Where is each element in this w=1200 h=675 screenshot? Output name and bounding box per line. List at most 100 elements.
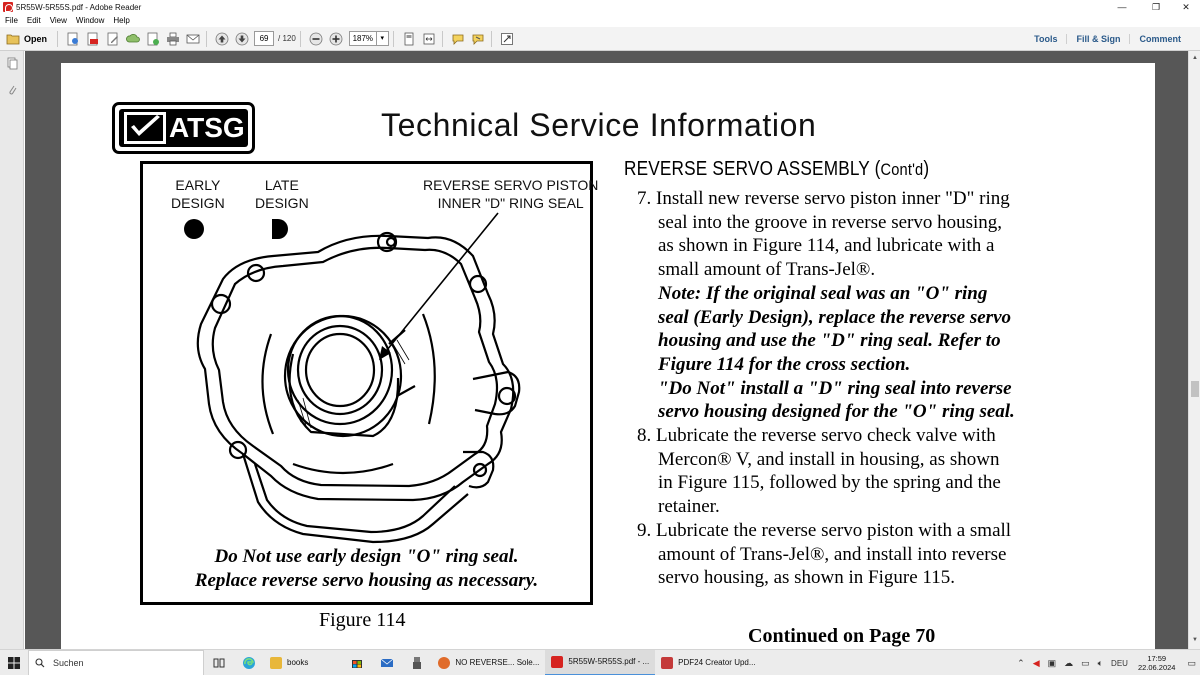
instruction-text-line: servo housing, as shown in Figure 115.: [658, 567, 955, 589]
menu-bar: File Edit View Window Help: [0, 14, 1200, 27]
upload-button[interactable]: [124, 30, 142, 48]
edit-pdf-button[interactable]: [104, 30, 122, 48]
checkmark-icon: [124, 112, 166, 144]
mail-button[interactable]: [372, 650, 402, 675]
onedrive-icon[interactable]: ☁: [1064, 658, 1073, 669]
minimize-button[interactable]: —: [1108, 0, 1136, 14]
highlight-tool-button[interactable]: [469, 30, 487, 48]
zoom-in-button[interactable]: [327, 30, 345, 48]
volume-icon[interactable]: 🔈︎: [1098, 658, 1103, 669]
comment-link[interactable]: Comment: [1129, 34, 1190, 44]
adobe-reader-window: 5R55W-5R55S.pdf - Adobe Reader — ❐ ✕ Fil…: [0, 0, 1200, 675]
clock-date: 22.06.2024: [1137, 663, 1176, 672]
network-icon[interactable]: ▣: [1048, 658, 1057, 669]
close-button[interactable]: ✕: [1172, 0, 1200, 14]
figure-caption-line-2: Replace reverse servo housing as necessa…: [194, 570, 539, 591]
display-icon[interactable]: ▭: [1081, 658, 1090, 669]
notifications-icon[interactable]: ▭: [1187, 658, 1196, 669]
print-button[interactable]: [164, 30, 182, 48]
show-hidden-icons-icon[interactable]: ⌃: [1017, 658, 1025, 669]
edit-icon: [107, 32, 119, 45]
note-text-line: "Do Not" install a "D" ring seal into re…: [658, 377, 1012, 399]
previous-page-button[interactable]: [213, 30, 231, 48]
window-title: 5R55W-5R55S.pdf - Adobe Reader: [16, 2, 142, 12]
instruction-text-line: Mercon® V, and install in housing, as sh…: [658, 448, 1000, 470]
menu-window[interactable]: Window: [71, 16, 108, 25]
comment-tool-button[interactable]: [449, 30, 467, 48]
zoom-level-input[interactable]: 187%: [348, 31, 377, 46]
instruction-text-line: 9. Lubricate the reverse servo piston wi…: [637, 519, 1012, 541]
pdf-icon: [551, 655, 564, 668]
menu-view[interactable]: View: [45, 16, 71, 25]
continued-on-page: Continued on Page 70: [748, 625, 936, 647]
menu-help[interactable]: Help: [108, 16, 133, 25]
speech-bubble-icon: [452, 34, 464, 45]
store-button[interactable]: [342, 650, 372, 675]
page-number-input[interactable]: 69: [254, 31, 275, 46]
language-indicator[interactable]: DEU: [1111, 659, 1128, 668]
tray-app-icon[interactable]: ◀: [1033, 658, 1040, 669]
figure-label: Figure 114: [319, 609, 406, 631]
toolbar-separator: [57, 30, 59, 47]
taskbar-app-pdf24[interactable]: PDF24 Creator Upd...: [655, 650, 761, 675]
maximize-button[interactable]: ❐: [1142, 0, 1170, 14]
atsg-logo-plate: ATSG: [119, 109, 248, 147]
document-viewport[interactable]: ATSG Technical Service Information EARLY…: [25, 51, 1188, 649]
instruction-text-line: seal into the groove in reverse servo ho…: [658, 211, 1003, 233]
edge-button[interactable]: [234, 650, 264, 675]
note-text-line: Note: If the original seal was an "O" ri…: [658, 282, 988, 304]
instruction-text-line: amount of Trans-Jel®, and install into r…: [658, 543, 1007, 565]
taskbar-app-firefox[interactable]: NO REVERSE... Sole...: [432, 650, 545, 675]
share-button[interactable]: [144, 30, 162, 48]
next-page-button[interactable]: [233, 30, 251, 48]
tools-link[interactable]: Tools: [1025, 34, 1066, 44]
folder-icon: [270, 656, 282, 669]
search-placeholder: Suchen: [53, 657, 84, 668]
usb-device-button[interactable]: [402, 650, 432, 675]
open-button[interactable]: Open: [2, 30, 53, 48]
instruction-text-line: small amount of Trans-Jel®.: [658, 259, 876, 281]
start-button[interactable]: [0, 650, 28, 675]
highlighter-icon: [472, 34, 484, 45]
fill-sign-link[interactable]: Fill & Sign: [1066, 34, 1129, 44]
note-text-line: housing and use the "D" ring seal. Refer…: [658, 330, 1001, 352]
taskbar-app-books[interactable]: books: [264, 650, 314, 675]
menu-file[interactable]: File: [0, 16, 22, 25]
vertical-scrollbar[interactable]: ▲ ▼: [1188, 51, 1200, 649]
clock[interactable]: 17:59 22.06.2024: [1138, 654, 1176, 672]
attachments-icon[interactable]: [6, 83, 19, 96]
zoom-dropdown-button[interactable]: ▾: [376, 31, 389, 46]
toolbar-right-links: Tools Fill & Sign Comment: [1025, 27, 1190, 51]
servo-housing-illustration: [184, 212, 521, 544]
toolbar-separator: [392, 30, 394, 47]
menu-edit[interactable]: Edit: [22, 16, 45, 25]
minus-circle-icon: [309, 32, 323, 45]
navigation-pane: [0, 51, 24, 649]
search-icon: [35, 657, 45, 667]
page-thumbnails-icon[interactable]: [6, 57, 19, 70]
scrollbar-thumb[interactable]: [1191, 381, 1199, 397]
adobe-reader-icon: [3, 2, 13, 12]
toolbar: Open 69 / 120 187% ▾ Tools Fill & Sign C…: [0, 27, 1200, 51]
create-pdf-button[interactable]: [64, 30, 82, 48]
instruction-text-line: as shown in Figure 114, and lubricate wi…: [658, 235, 995, 257]
zoom-out-button[interactable]: [307, 30, 325, 48]
task-view-button[interactable]: [204, 650, 234, 675]
export-pdf-button[interactable]: [84, 30, 102, 48]
printer-icon: [167, 32, 180, 45]
arrow-up-icon: [215, 32, 229, 45]
taskbar-search[interactable]: Suchen: [28, 649, 204, 675]
scroll-down-icon[interactable]: ▼: [1192, 637, 1198, 643]
scroll-up-icon[interactable]: ▲: [1192, 55, 1198, 61]
fit-width-button[interactable]: [420, 30, 438, 48]
toolbar-separator: [441, 30, 443, 47]
email-button[interactable]: [184, 30, 202, 48]
pdf-page: ATSG Technical Service Information EARLY…: [61, 63, 1155, 649]
d-ring-cross-section: [272, 219, 288, 239]
fullscreen-button[interactable]: [498, 30, 516, 48]
taskbar-app-adobe-reader[interactable]: 5R55W-5R55S.pdf - ...: [545, 649, 656, 675]
page-count: / 120: [278, 34, 296, 43]
folder-icon: [6, 34, 20, 44]
usb-icon: [413, 656, 422, 669]
fit-page-button[interactable]: [400, 30, 418, 48]
